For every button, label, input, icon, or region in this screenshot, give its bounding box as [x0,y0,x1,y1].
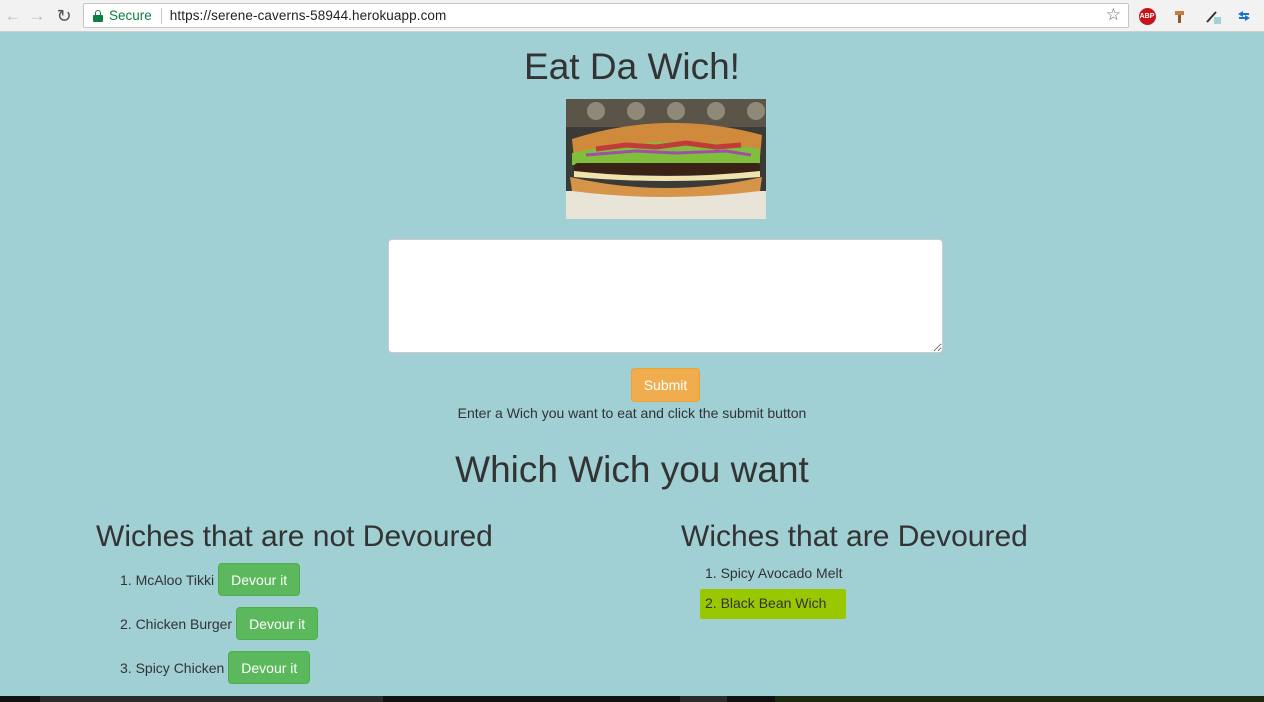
list-item: 1. McAloo Tikki Devour it [120,563,301,596]
not-devoured-heading: Wiches that are not Devoured [96,520,493,553]
section-title: Which Wich you want [455,449,809,490]
devour-button-2[interactable]: Devour it [236,607,319,640]
devour-button-1[interactable]: Devour it [218,563,301,596]
adblock-extension-button[interactable]: ABP [1137,6,1157,26]
list-item: 1. Spicy Avocado Melt [705,565,842,581]
url-text[interactable]: https://serene-caverns-58944.herokuapp.c… [170,8,447,23]
sync-extension-button[interactable] [1234,6,1254,26]
eyedropper-icon [1206,11,1221,24]
wich-name: 1. McAloo Tikki [120,571,215,588]
bookmark-star-icon[interactable]: ☆ [1106,5,1121,25]
forward-arrow-icon[interactable]: → [26,5,48,27]
devour-button-3[interactable]: Devour it [228,651,311,684]
lock-icon [93,10,103,22]
hammer-icon [1175,11,1184,23]
helper-text: Enter a Wich you want to eat and click t… [457,405,807,421]
browser-toolbar: ← → ↻ Secure https://serene-caverns-5894… [0,0,1264,32]
page-title: Eat Da Wich! [524,46,740,87]
app-page: Eat Da Wich! Submit Enter a Wich you wan… [0,33,1264,696]
reload-icon[interactable]: ↻ [53,5,75,27]
address-bar[interactable]: Secure https://serene-caverns-58944.hero… [83,3,1129,28]
list-item: 2. Chicken Burger Devour it [120,607,319,640]
list-item: 2. Black Bean Wich [705,595,826,611]
sandwich-image [566,99,766,219]
adblock-icon: ABP [1138,7,1156,25]
wich-name-input[interactable] [388,239,943,353]
devoured-wich-name: 1. Spicy Avocado Melt [705,565,843,581]
back-arrow-icon[interactable]: ← [2,5,24,27]
devoured-wich-name: 2. Black Bean Wich [705,595,827,611]
hammer-extension-button[interactable] [1170,6,1190,26]
submit-button[interactable]: Submit [631,368,700,402]
list-item: 3. Spicy Chicken Devour it [120,651,311,684]
secure-label: Secure [109,8,152,23]
swap-arrows-icon [1238,11,1250,21]
address-divider [160,7,162,24]
devoured-heading: Wiches that are Devoured [681,520,1028,553]
wich-name: 3. Spicy Chicken [120,659,225,676]
wich-name: 2. Chicken Burger [120,615,233,632]
taskbar-strip [0,696,1264,702]
color-picker-extension-button[interactable] [1203,6,1223,26]
